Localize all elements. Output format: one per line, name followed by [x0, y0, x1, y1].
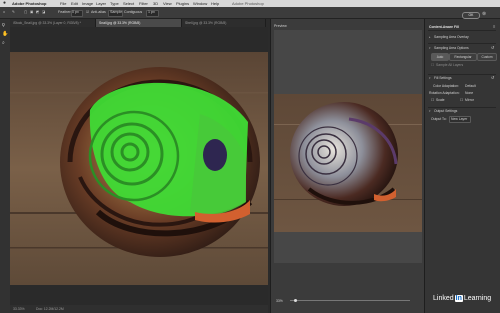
zoom-icon[interactable]: ⌕ [2, 40, 8, 46]
menu-3d[interactable]: 3D [153, 0, 158, 7]
custom-button[interactable]: Custom [477, 53, 497, 61]
mirror-label: Mirror [465, 98, 474, 102]
sample-all-layers-checkbox[interactable]: ☐ [431, 63, 434, 67]
zoom-slider-track[interactable] [290, 300, 410, 301]
snail-photo [10, 52, 268, 285]
hand-icon[interactable]: ✋ [2, 31, 8, 37]
output-settings-chevron-icon[interactable]: ▾ [429, 109, 431, 113]
sampling-overlay-chevron-icon[interactable]: ▸ [429, 35, 431, 39]
tab-shell[interactable]: Shell.jpg @ 33.3% (RGB/8) [182, 19, 266, 27]
scale-checkbox[interactable]: ☐ [431, 98, 434, 102]
menu-view[interactable]: View [163, 0, 172, 7]
snail-preview-photo [274, 94, 422, 232]
content-aware-fill-panel: Content-Aware Fill ≡ ▸ Sampling Area Ove… [424, 19, 500, 313]
status-zoom[interactable]: 33.33% [13, 305, 25, 313]
watermark-part3: Learning [463, 295, 492, 302]
menu-filter[interactable]: Filter [139, 0, 148, 7]
color-adaptation-value[interactable]: Default [465, 84, 476, 88]
lasso-tool-icon[interactable]: ✎ [12, 7, 15, 18]
zoom-slider-handle[interactable] [294, 298, 297, 302]
apple-icon[interactable]: ● [3, 0, 6, 7]
preview-image[interactable] [274, 94, 422, 232]
menu-file[interactable]: File [60, 0, 66, 7]
menu-image[interactable]: Image [82, 0, 93, 7]
home-icon[interactable]: ⌂ [3, 7, 5, 18]
window-title: Adobe Photoshop [232, 1, 264, 6]
menu-help[interactable]: Help [211, 0, 219, 7]
sample-all-layers-label: Sample All Layers [436, 63, 464, 67]
panel-divider [428, 30, 496, 31]
sampling-options-chevron-icon[interactable]: ▾ [429, 46, 431, 50]
watermark-part1: Linked [433, 295, 454, 302]
menu-window[interactable]: Window [193, 0, 207, 7]
intersect-selection-icon[interactable]: ◪ [42, 7, 45, 18]
antialias-label: Anti-alias [91, 10, 106, 14]
tolerance-value: 1 px [148, 10, 155, 14]
reset-icon[interactable]: ↺ [491, 45, 494, 50]
scale-label: Scale [436, 98, 445, 102]
sampling-overlay-label[interactable]: Sampling Area Overlay [434, 35, 469, 39]
sample-label: Sample [110, 10, 123, 14]
color-adaptation-label: Color Adaptation: [433, 84, 460, 88]
output-settings-label[interactable]: Output Settings [434, 109, 457, 113]
preview-zoom-bar: 33% [274, 297, 422, 305]
menu-layer[interactable]: Layer [96, 0, 106, 7]
panel-divider [428, 74, 496, 75]
fill-settings-label[interactable]: Fill Settings [434, 76, 452, 80]
rectangular-button[interactable]: Rectangular [449, 53, 477, 61]
status-bar: 33.33% Doc: 12.2M/12.2M [10, 305, 268, 313]
rotation-adaptation-label: Rotation Adaptation: [429, 91, 460, 95]
antialias-checkbox[interactable]: ☑ [86, 7, 89, 18]
rotation-adaptation-value[interactable]: None [465, 91, 473, 95]
ok-button[interactable]: OK [462, 12, 480, 19]
linkedin-learning-watermark: Linked In Learning [433, 295, 491, 302]
lasso-icon[interactable]: ϙ [2, 22, 8, 28]
panel-menu-icon[interactable]: ≡ [493, 24, 495, 29]
status-doc-info: Doc: 12.2M/12.2M [36, 307, 64, 311]
output-to-label: Output To: [431, 117, 447, 121]
output-to-value: New Layer [451, 117, 468, 121]
subtract-selection-icon[interactable]: ◩ [36, 7, 39, 18]
panel-divider [428, 43, 496, 44]
auto-button[interactable]: Auto [431, 53, 449, 61]
fill-reset-icon[interactable]: ↺ [491, 75, 494, 80]
fill-settings-chevron-icon[interactable]: ▾ [429, 76, 431, 80]
document-tabs: iStock_Snail.jpg @ 33.3% (Layer 0, RGB/8… [10, 19, 266, 27]
feather-value: 0 px [72, 10, 79, 14]
sampling-options-label[interactable]: Sampling Area Options [434, 46, 469, 50]
tab-istock-snail[interactable]: iStock_Snail.jpg @ 33.3% (Layer 0, RGB/8… [10, 19, 96, 27]
feather-label: Feather: [58, 10, 72, 14]
document-image[interactable] [10, 52, 268, 285]
menu-type[interactable]: Type [110, 0, 119, 7]
options-bar: ⌂ ✎ ▢ ▣ ◩ ◪ Feather: 0 px ☑ Anti-alias S… [0, 7, 500, 19]
menu-edit[interactable]: Edit [71, 0, 78, 7]
watermark-part2: In [454, 295, 463, 302]
panel-divider [428, 107, 496, 108]
menu-bar: ● Adobe Photoshop File Edit Image Layer … [0, 0, 500, 7]
add-selection-icon[interactable]: ▣ [30, 7, 33, 18]
preview-zoom-value: 33% [276, 299, 283, 303]
tab-snail[interactable]: Snail.jpg @ 33.3% (RGB/8) [96, 19, 182, 27]
menu-plugins[interactable]: Plugins [176, 0, 189, 7]
preview-title: Preview [274, 24, 287, 28]
menu-select[interactable]: Select [123, 0, 134, 7]
new-selection-icon[interactable]: ▢ [24, 7, 27, 18]
panel-title: Content-Aware Fill [429, 25, 459, 29]
app-name-menu[interactable]: Adobe Photoshop [12, 0, 46, 7]
contiguous-label: Contiguous [124, 10, 143, 14]
mirror-checkbox[interactable]: ☐ [460, 98, 463, 102]
cancel-icon[interactable]: ⊗ [482, 11, 486, 17]
